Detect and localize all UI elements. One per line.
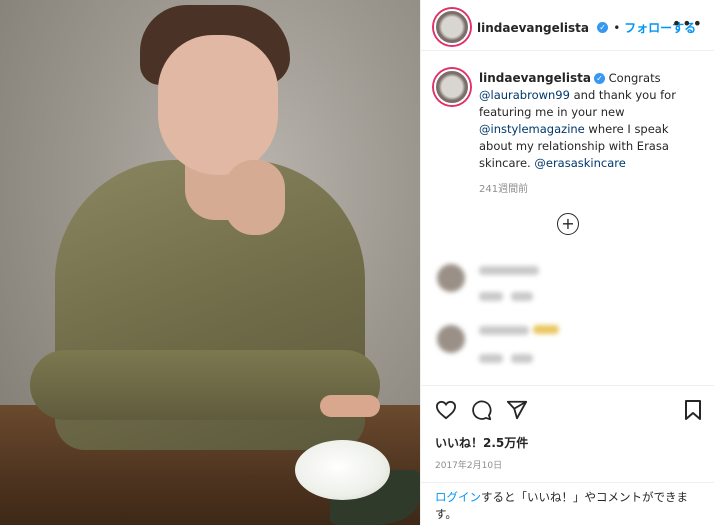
caption: lindaevangelista ✓ Congrats @laurabrown99…: [479, 70, 705, 172]
post-sidebar: lindaevangelista ✓ • フォローする ••• lindaeva…: [420, 0, 714, 525]
heart-icon[interactable]: [435, 400, 457, 420]
comment-line: [511, 354, 533, 363]
separator: •: [613, 21, 625, 35]
post-header: lindaevangelista ✓ • フォローする •••: [421, 0, 714, 51]
more-options-icon[interactable]: •••: [672, 14, 703, 33]
post-date[interactable]: 2017年2月10日: [435, 458, 502, 471]
header-user: lindaevangelista ✓ • フォローする: [477, 17, 696, 36]
post-photo[interactable]: [0, 0, 420, 525]
photo-hand: [225, 160, 285, 235]
comment-line: [479, 354, 503, 363]
comment-avatar: [437, 264, 465, 292]
photo-hand-bottom: [320, 395, 380, 417]
verified-icon: ✓: [597, 22, 609, 33]
mention-link[interactable]: @erasaskincare: [534, 156, 625, 170]
plus-circle-icon[interactable]: +: [557, 213, 579, 235]
caption-username[interactable]: lindaevangelista: [479, 71, 591, 85]
mention-link[interactable]: @laurabrown99: [479, 88, 570, 102]
comment-icon[interactable]: [471, 400, 492, 421]
caption-avatar[interactable]: [434, 69, 470, 105]
comment-line: [479, 266, 539, 275]
login-link[interactable]: ログイン: [435, 490, 481, 504]
likes-count[interactable]: いいね！2.5万件: [435, 434, 528, 451]
photo-face: [158, 35, 278, 175]
comment-line: [479, 292, 503, 301]
header-username[interactable]: lindaevangelista: [477, 21, 589, 35]
login-prompt: ログインすると「いいね！」やコメントができます。: [421, 482, 714, 523]
comment-avatar: [437, 325, 465, 353]
bookmark-icon[interactable]: [684, 399, 702, 421]
avatar[interactable]: [434, 9, 470, 45]
caption-text: Congrats: [605, 71, 661, 85]
share-icon[interactable]: [506, 399, 528, 421]
caption-timestamp: 241週間前: [479, 184, 529, 195]
comment-line: [511, 292, 533, 301]
comment-line: [479, 326, 529, 335]
mention-link[interactable]: @instylemagazine: [479, 122, 585, 136]
comment-emoji: [533, 325, 559, 334]
verified-icon: ✓: [594, 73, 605, 84]
photo-flower: [295, 440, 390, 500]
